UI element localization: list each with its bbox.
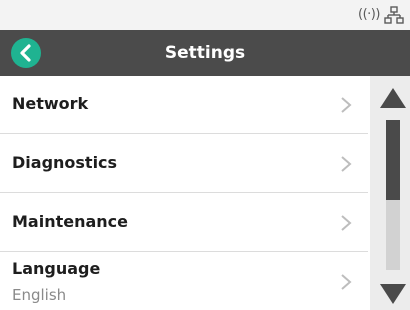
chevron-right-icon: [341, 274, 352, 290]
status-bar: ((·)): [0, 0, 410, 30]
scroll-track[interactable]: [386, 120, 400, 270]
wifi-signal-icon: ((·)): [358, 7, 380, 22]
settings-menu-list: Network Diagnostics Maintenance Language…: [0, 76, 368, 310]
menu-item-label: Language: [12, 259, 101, 278]
menu-item-maintenance[interactable]: Maintenance: [0, 193, 368, 252]
menu-item-network[interactable]: Network: [0, 76, 368, 134]
wired-network-icon: [384, 6, 404, 24]
chevron-right-icon: [341, 156, 352, 172]
menu-item-label: Network: [12, 94, 89, 113]
scroll-down-button[interactable]: [370, 280, 410, 310]
scroll-up-button[interactable]: [370, 82, 410, 112]
back-button[interactable]: [11, 38, 41, 68]
back-arrow-icon: [20, 44, 31, 62]
menu-item-label: Maintenance: [12, 212, 129, 231]
menu-item-diagnostics[interactable]: Diagnostics: [0, 134, 368, 193]
menu-item-label: Diagnostics: [12, 153, 118, 172]
chevron-right-icon: [341, 97, 352, 113]
menu-item-language[interactable]: Language English: [0, 252, 368, 310]
page-title: Settings: [164, 43, 246, 63]
triangle-up-icon: [380, 88, 406, 108]
language-value: English: [12, 286, 67, 304]
triangle-down-icon: [380, 284, 406, 304]
chevron-right-icon: [341, 215, 352, 231]
title-bar: Settings: [0, 30, 410, 76]
scrollbar[interactable]: [370, 76, 410, 310]
scroll-thumb[interactable]: [386, 120, 400, 200]
